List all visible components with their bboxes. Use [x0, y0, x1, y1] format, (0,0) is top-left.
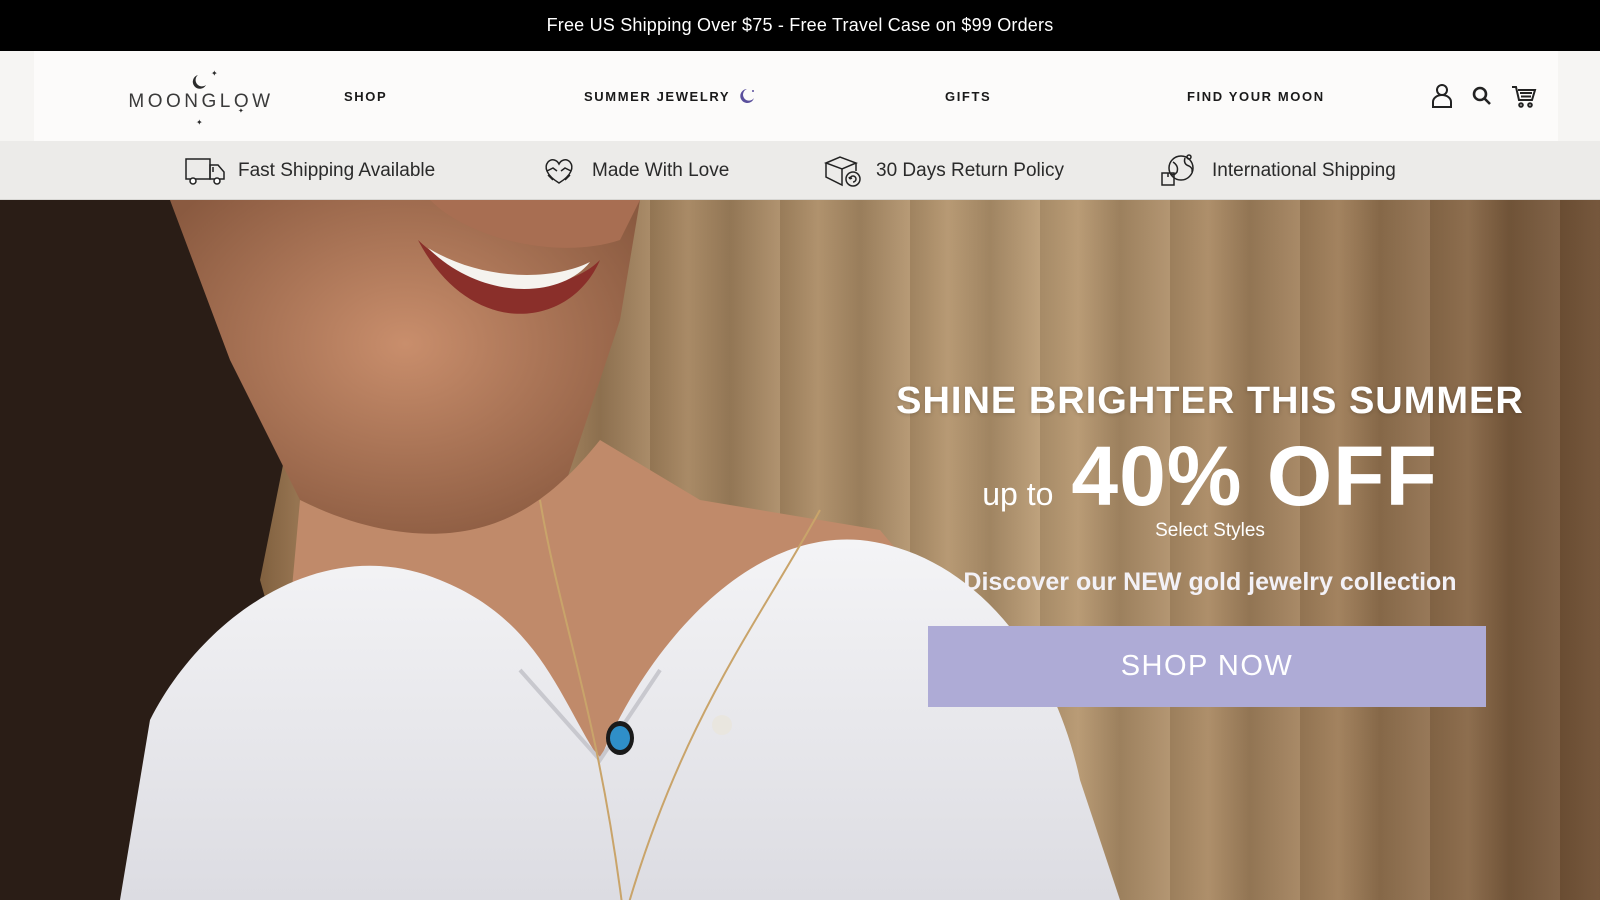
features-bar: Fast Shipping Available Made With Love 3… — [0, 141, 1600, 200]
heart-hands-icon — [545, 158, 573, 184]
announcement-text: Free US Shipping Over $75 - Free Travel … — [546, 15, 1054, 35]
feature-label: International Shipping — [1212, 159, 1396, 181]
svg-text:✦: ✦ — [211, 69, 218, 78]
nav-gifts[interactable]: GIFTS — [945, 51, 991, 141]
cart-icon[interactable] — [1510, 82, 1538, 110]
nav-find-your-moon-label: FIND YOUR MOON — [1187, 88, 1325, 104]
hero-select-styles: Select Styles — [1155, 520, 1265, 541]
hero-model-image — [0, 200, 1120, 900]
nav-shop-label: SHOP — [344, 88, 388, 104]
nav-summer-jewelry[interactable]: SUMMER JEWELRY — [584, 51, 756, 141]
feature-international-shipping: International Shipping — [1158, 141, 1396, 200]
nav-gifts-label: GIFTS — [945, 88, 992, 104]
nav-summer-jewelry-label: SUMMER JEWELRY — [584, 88, 731, 104]
hero-discover: Discover our NEW gold jewelry collection — [963, 568, 1457, 596]
globe-package-icon — [1161, 153, 1194, 186]
header-inner: ✦ ✦ ✦ MOONGLOW SHOP SUMMER JEWELRY GIFTS… — [34, 51, 1558, 141]
feature-label: Fast Shipping Available — [238, 159, 436, 181]
feature-made-with-love: Made With Love — [538, 141, 729, 200]
hero-up-to: up to — [982, 476, 1054, 512]
feature-label: Made With Love — [592, 159, 730, 181]
site-header: ✦ ✦ ✦ MOONGLOW SHOP SUMMER JEWELRY GIFTS… — [0, 51, 1600, 141]
feature-fast-shipping: Fast Shipping Available — [184, 141, 435, 200]
hero-offer: up to 40% OFF — [860, 434, 1560, 518]
logo-text: MOONGLOW — [128, 91, 274, 112]
search-icon[interactable] — [1468, 82, 1496, 110]
moonglow-logo[interactable]: ✦ ✦ ✦ MOONGLOW — [128, 67, 274, 127]
crescent-moon-icon — [738, 87, 756, 105]
feature-label: 30 Days Return Policy — [876, 159, 1064, 181]
svg-text:✦: ✦ — [196, 118, 203, 127]
box-return-icon — [823, 155, 861, 187]
hero-banner[interactable]: SHINE BRIGHTER THIS SUMMER up to 40% OFF… — [0, 200, 1600, 900]
hero-headline: SHINE BRIGHTER THIS SUMMER — [896, 380, 1524, 422]
account-icon[interactable] — [1428, 82, 1456, 110]
announcement-bar: Free US Shipping Over $75 - Free Travel … — [0, 0, 1600, 51]
feature-return-policy: 30 Days Return Policy — [822, 141, 1064, 200]
truck-icon — [185, 157, 225, 185]
shop-now-button[interactable]: SHOP NOW — [928, 626, 1486, 707]
nav-find-your-moon[interactable]: FIND YOUR MOON — [1187, 51, 1325, 141]
nav-shop[interactable]: SHOP — [344, 51, 387, 141]
hero-discount: 40% OFF — [1071, 429, 1438, 523]
